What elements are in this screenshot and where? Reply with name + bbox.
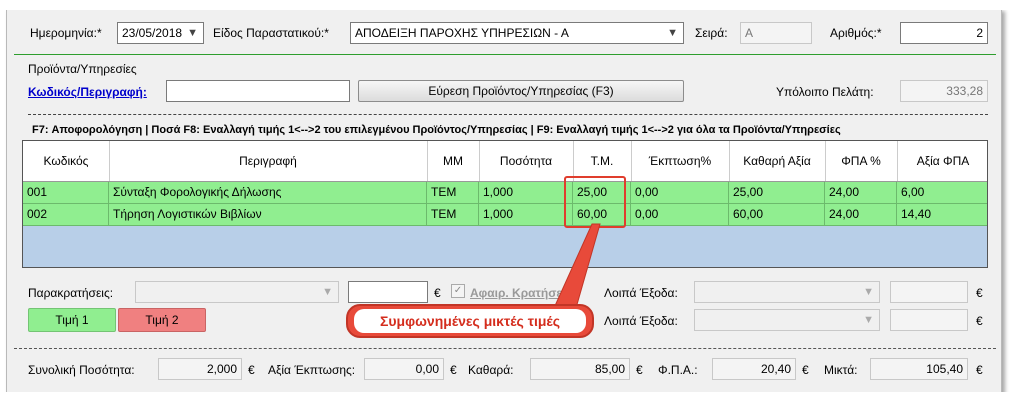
vat-field: 20,40 — [712, 358, 796, 380]
cell-unit: ΤΕΜ — [427, 204, 479, 225]
discount-value-field: 0,00 — [364, 358, 444, 380]
table-row[interactable]: 002 Τήρηση Λογιστικών Βιβλίων ΤΕΜ 1,000 … — [23, 204, 987, 226]
net-label: Καθαρά: — [468, 363, 514, 377]
chevron-down-icon: ▼ — [863, 286, 874, 298]
deduct-withholding-checkbox[interactable]: ✓ — [451, 284, 465, 298]
balance-field: 333,28 — [900, 80, 988, 102]
cell-vat-percent: 24,00 — [825, 182, 897, 203]
cell-vat-value: 6,00 — [901, 185, 925, 199]
cell-description: Τήρηση Λογιστικών Βιβλίων — [109, 204, 427, 225]
total-quantity-field: 2,000 — [158, 358, 242, 380]
withholding-label: Παρακρατήσεις: — [28, 286, 114, 300]
number-label: Αριθμός:* — [830, 26, 882, 40]
euro-symbol: € — [434, 286, 441, 300]
discount-value-label: Αξία Έκπτωσης: — [268, 363, 356, 377]
euro-symbol: € — [976, 286, 983, 300]
euro-symbol: € — [636, 363, 643, 377]
euro-symbol: € — [976, 363, 983, 377]
shortcuts-separator — [28, 114, 988, 115]
totals-separator — [14, 348, 996, 349]
code-search-input[interactable] — [166, 80, 350, 102]
cell-discount: 0,00 — [631, 182, 729, 203]
date-value: 23/05/2018 — [122, 26, 183, 40]
column-header-net-value[interactable]: Καθαρή Αξία — [729, 141, 826, 181]
column-header-vat-value[interactable]: Αξία ΦΠΑ — [897, 141, 987, 181]
divider — [14, 54, 996, 55]
cell-discount: 0,00 — [631, 204, 729, 225]
cell-code: 001 — [23, 182, 109, 203]
series-field[interactable]: A — [740, 22, 812, 44]
net-field: 85,00 — [530, 358, 630, 380]
cell-net-value: 60,00 — [729, 204, 825, 225]
doctype-label: Είδος Παραστατικού:* — [213, 26, 329, 40]
torn-edge-bottom — [0, 392, 1018, 404]
cell-quantity: 1,000 — [479, 182, 573, 203]
gross-label: Μικτά: — [824, 363, 858, 377]
column-header-code[interactable]: Κωδικός — [23, 141, 110, 181]
column-header-unit-price[interactable]: Τ.Μ. — [573, 141, 632, 181]
total-quantity-label: Συνολική Ποσότητα: — [28, 363, 135, 377]
doctype-value: ΑΠΟΔΕΙΞΗ ΠΑΡΟΧΗΣ ΥΠΗΡΕΣΙΩΝ - Α — [355, 26, 569, 40]
callout-text: Συμφωνημένες μικτές τιμές — [354, 309, 586, 333]
date-label: Ημερομηνία:* — [30, 26, 102, 40]
column-header-discount[interactable]: Έκπτωση% — [631, 141, 730, 181]
number-field[interactable]: 2 — [900, 22, 988, 44]
grid-header: Κωδικός Περιγραφή ΜΜ Ποσότητα Τ.Μ. Έκπτω… — [23, 141, 987, 182]
cell-vat-percent: 24,00 — [825, 204, 897, 225]
price1-button[interactable]: Τιμή 1 — [28, 308, 116, 332]
price-highlight-box — [564, 176, 626, 228]
price2-button[interactable]: Τιμή 2 — [118, 308, 206, 332]
other-expenses-amount-field-2[interactable] — [890, 309, 968, 331]
code-description-link[interactable]: Κωδικός/Περιγραφή: — [28, 85, 147, 99]
shortcuts-text: F7: Αποφορολόγηση | Ποσά F8: Εναλλαγή τι… — [32, 124, 841, 136]
column-header-description[interactable]: Περιγραφή — [109, 141, 428, 181]
doctype-select[interactable]: ΑΠΟΔΕΙΞΗ ΠΑΡΟΧΗΣ ΥΠΗΡΕΣΙΩΝ - Α ▼ — [350, 22, 684, 44]
vat-label: Φ.Π.Α.: — [658, 363, 698, 377]
other-expenses-label-2: Λοιπά Έξοδα: — [604, 314, 678, 328]
other-expenses-amount-field[interactable] — [890, 281, 968, 303]
chevron-down-icon: ▼ — [863, 314, 874, 326]
chevron-down-icon: ▼ — [187, 27, 198, 39]
products-grid[interactable]: Κωδικός Περιγραφή ΜΜ Ποσότητα Τ.Μ. Έκπτω… — [22, 140, 988, 268]
withholding-amount-field[interactable] — [348, 281, 428, 303]
column-header-unit[interactable]: ΜΜ — [427, 141, 480, 181]
column-header-vat-percent[interactable]: ΦΠΑ % — [825, 141, 898, 181]
date-picker[interactable]: 23/05/2018 ▼ — [117, 22, 204, 44]
torn-edge-top — [0, 0, 1018, 10]
callout-pointer — [553, 223, 601, 309]
column-header-quantity[interactable]: Ποσότητα — [479, 141, 574, 181]
cell-unit: ΤΕΜ — [427, 182, 479, 203]
chevron-down-icon: ▼ — [322, 286, 333, 298]
cell-code: 002 — [23, 204, 109, 225]
cell-vat-value: 14,40 — [901, 207, 932, 221]
withholding-select[interactable]: ▼ — [135, 281, 339, 303]
euro-symbol: € — [802, 363, 809, 377]
chevron-down-icon: ▼ — [667, 27, 678, 39]
euro-symbol: € — [976, 314, 983, 328]
series-label: Σειρά: — [695, 26, 728, 40]
table-row[interactable]: 001 Σύνταξη Φορολογικής Δήλωσης ΤΕΜ 1,00… — [23, 182, 987, 204]
products-group-label: Προϊόντα/Υπηρεσίες — [28, 62, 137, 76]
euro-symbol: € — [248, 363, 255, 377]
cell-net-value: 25,00 — [729, 182, 825, 203]
euro-symbol: € — [450, 363, 457, 377]
cell-description: Σύνταξη Φορολογικής Δήλωσης — [109, 182, 427, 203]
find-product-button[interactable]: Εύρεση Προϊόντος/Υπηρεσίας (F3) — [358, 80, 684, 102]
gross-field: 105,40 — [870, 358, 968, 380]
other-expenses-select-2[interactable]: ▼ — [694, 309, 880, 331]
callout-bubble: Συμφωνημένες μικτές τιμές — [346, 304, 594, 338]
balance-label: Υπόλοιπο Πελάτη: — [776, 85, 874, 99]
other-expenses-select[interactable]: ▼ — [694, 281, 880, 303]
